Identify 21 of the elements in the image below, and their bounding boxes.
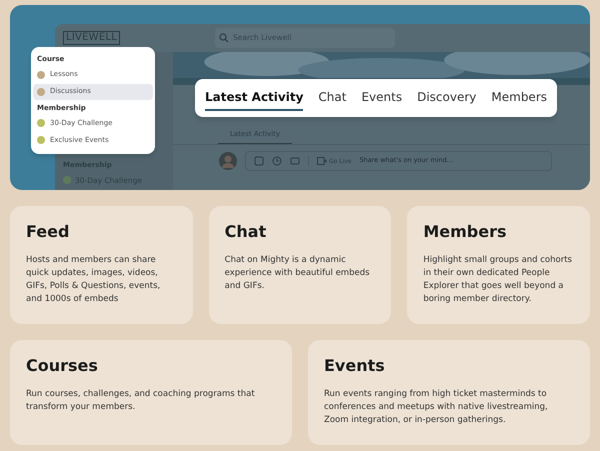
card-text: Run courses, challenges, and coaching programs that transform your members. — [26, 388, 256, 414]
card-text: Chat on Mighty is a dynamic experience with beautiful embeds and GIFs. — [224, 254, 371, 293]
avatar — [219, 152, 237, 170]
tab[interactable]: Discovery — [417, 86, 476, 110]
card-text: Run events ranging from high ticket masterminds to conferences and meetups with native livestreaming, Zoom integration, or in-person gatherings. — [324, 388, 549, 427]
clock-icon — [272, 156, 282, 166]
card-text: Highlight small groups and cohorts in their own dedicated People Explorer that goes well beyond a boring member directory. — [423, 254, 573, 306]
card-title: Chat — [224, 222, 268, 242]
tab[interactable]: Latest Activity — [204, 86, 304, 110]
card-title: Feed — [26, 222, 70, 242]
video-icon — [317, 157, 327, 165]
card-title: Members — [423, 222, 508, 242]
tab[interactable]: Members — [491, 86, 548, 110]
image-icon — [254, 156, 264, 166]
card-title: Events — [324, 356, 386, 376]
search-icon — [219, 33, 230, 43]
card-title: Courses — [26, 356, 99, 376]
tab[interactable]: Events — [361, 86, 402, 110]
gif-icon — [290, 156, 300, 166]
tab[interactable]: Chat — [318, 86, 346, 110]
card-text: Hosts and members can share quick updates, images, videos, GIFs, Polls & Questions, events, and 1000s of embeds — [26, 254, 162, 306]
